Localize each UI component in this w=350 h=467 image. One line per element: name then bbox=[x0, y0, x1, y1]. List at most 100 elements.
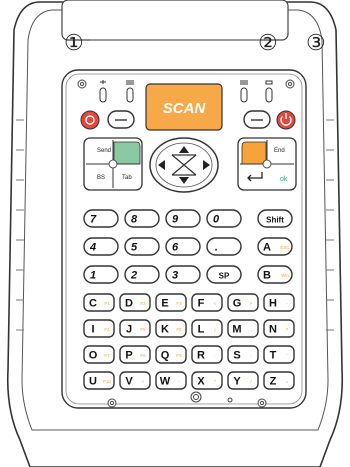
key-main-label: J bbox=[126, 324, 132, 336]
key-30[interactable]: R: bbox=[191, 345, 223, 364]
right-nav-cluster: End ok bbox=[237, 137, 297, 191]
key-33[interactable]: U F10 bbox=[83, 371, 115, 390]
end-orange-key[interactable] bbox=[241, 141, 267, 165]
key-sub-label: F2 bbox=[140, 301, 146, 306]
key-6[interactable]: 5 bbox=[124, 237, 160, 256]
key-main-label: 6 bbox=[172, 242, 179, 254]
key-cap[interactable] bbox=[206, 237, 242, 256]
key-22[interactable]: J F5 bbox=[119, 319, 151, 338]
key-0[interactable]: 7 bbox=[83, 209, 119, 228]
key-11[interactable]: 2 bbox=[124, 265, 160, 284]
key-14[interactable]: B Win bbox=[257, 265, 293, 284]
key-main-label: . bbox=[214, 242, 217, 254]
key-main-label: 9 bbox=[172, 214, 179, 226]
key-sub-label: : bbox=[214, 353, 215, 358]
ok-key-label[interactable]: ok bbox=[280, 176, 288, 183]
left-red-key[interactable] bbox=[80, 110, 100, 130]
key-1[interactable]: 8 bbox=[124, 209, 160, 228]
key-sub-label: F8 bbox=[140, 353, 146, 358]
key-sub-label: , bbox=[250, 327, 251, 332]
key-31[interactable]: S; bbox=[227, 345, 259, 364]
key-sub-label: ; bbox=[250, 353, 251, 358]
send-key-label[interactable]: Send bbox=[97, 148, 111, 154]
key-cap[interactable] bbox=[191, 293, 223, 312]
key-29[interactable]: Q F9 bbox=[155, 345, 187, 364]
key-20[interactable]: H- bbox=[263, 293, 295, 312]
key-main-label: E bbox=[161, 298, 168, 310]
key-main-label: SP bbox=[219, 272, 230, 281]
key-sub-label: * bbox=[214, 379, 216, 384]
key-main-label: O bbox=[89, 350, 98, 362]
key-2[interactable]: 9 bbox=[165, 209, 201, 228]
key-main-label: G bbox=[233, 298, 242, 310]
key-sub-label: ' bbox=[287, 353, 288, 358]
key-35[interactable]: W- bbox=[155, 371, 187, 390]
callout-2: ② bbox=[258, 31, 278, 56]
key-main-label: Q bbox=[161, 350, 170, 362]
key-sub-label: F4 bbox=[104, 327, 110, 332]
key-main-label: P bbox=[125, 350, 132, 362]
key-main-label: B bbox=[263, 270, 271, 282]
dpad[interactable] bbox=[149, 137, 219, 193]
key-sub-label: F5 bbox=[140, 327, 146, 332]
key-5[interactable]: 4 bbox=[83, 237, 119, 256]
key-main-label: T bbox=[270, 350, 277, 362]
key-37[interactable]: Y / bbox=[227, 371, 259, 390]
key-main-label: A bbox=[263, 242, 271, 254]
key-32[interactable]: T ' bbox=[263, 345, 295, 364]
key-main-label: 1 bbox=[90, 270, 96, 282]
key-sub-label: < bbox=[214, 301, 217, 306]
key-3[interactable]: 0 bbox=[206, 209, 242, 228]
key-21[interactable]: I F4 bbox=[83, 319, 115, 338]
key-sub-label: F6 bbox=[176, 327, 182, 332]
key-main-label: X bbox=[197, 376, 205, 388]
key-main-label: 4 bbox=[89, 242, 96, 254]
send-green-key[interactable] bbox=[113, 141, 141, 165]
key-main-label: N bbox=[269, 324, 277, 336]
key-13[interactable]: SP bbox=[206, 265, 242, 284]
callout-1: ① bbox=[64, 31, 84, 56]
key-36[interactable]: X * bbox=[191, 371, 223, 390]
key-12[interactable]: 3 bbox=[165, 265, 201, 284]
key-main-label: Y bbox=[233, 376, 241, 388]
key-sub-label: F1 bbox=[104, 301, 110, 306]
key-26[interactable]: N? bbox=[263, 319, 295, 338]
key-10[interactable]: 1 bbox=[83, 265, 119, 284]
key-sub-label: ESC bbox=[280, 245, 290, 250]
end-key-label[interactable]: End bbox=[274, 148, 285, 154]
key-9[interactable]: A ESC bbox=[257, 237, 293, 256]
key-main-label: U bbox=[89, 376, 97, 388]
key-sub-label: > bbox=[250, 301, 253, 306]
key-34[interactable]: V + bbox=[119, 371, 151, 390]
key-cap[interactable] bbox=[263, 371, 295, 390]
key-19[interactable]: G > bbox=[227, 293, 259, 312]
bs-key-label[interactable]: BS bbox=[97, 175, 105, 181]
key-17[interactable]: E F3 bbox=[155, 293, 187, 312]
screen-bezel bbox=[61, 0, 289, 41]
key-16[interactable]: D F2 bbox=[119, 293, 151, 312]
key-28[interactable]: P F8 bbox=[119, 345, 151, 364]
key-25[interactable]: M, bbox=[227, 319, 259, 338]
power-key[interactable] bbox=[276, 110, 296, 130]
key-main-label: 8 bbox=[131, 214, 138, 226]
key-main-label: 7 bbox=[90, 214, 97, 226]
key-15[interactable]: C F1 bbox=[83, 293, 115, 312]
key-24[interactable]: L | bbox=[191, 319, 223, 338]
key-cap[interactable] bbox=[263, 345, 295, 364]
key-18[interactable]: F < bbox=[191, 293, 223, 312]
key-7[interactable]: 6 bbox=[165, 237, 201, 256]
tab-key-label[interactable]: Tab bbox=[122, 175, 132, 181]
key-sub-label: Win bbox=[281, 273, 289, 278]
key-sub-label: | bbox=[214, 327, 215, 332]
key-main-label: 3 bbox=[172, 270, 178, 282]
key-main-label: K bbox=[161, 324, 169, 336]
key-27[interactable]: O F7 bbox=[83, 345, 115, 364]
key-main-label: 2 bbox=[130, 270, 137, 282]
key-4[interactable]: Shift bbox=[257, 209, 293, 228]
key-sub-label: F7 bbox=[104, 353, 110, 358]
key-8[interactable]: . bbox=[206, 237, 242, 256]
key-cap[interactable] bbox=[191, 319, 223, 338]
key-38[interactable]: Z = bbox=[263, 371, 295, 390]
key-23[interactable]: K F6 bbox=[155, 319, 187, 338]
key-sub-label: = bbox=[286, 379, 289, 384]
